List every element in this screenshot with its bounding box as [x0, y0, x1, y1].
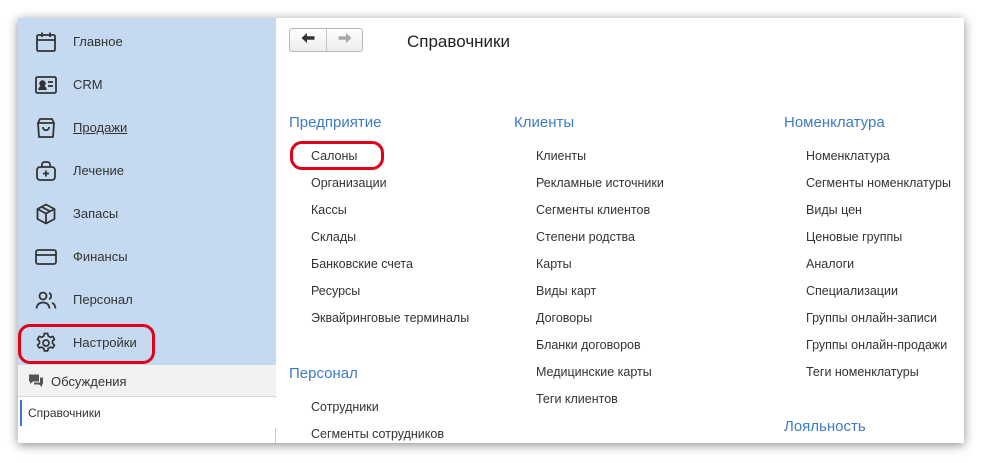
sidebar-item-label: Продажи	[73, 120, 128, 135]
link-contracts[interactable]: Договоры	[536, 311, 592, 325]
app-window: Главное CRM Продажи Лечение Запасы Финан…	[18, 18, 964, 443]
chat-bubbles-icon	[28, 373, 44, 389]
sidebar-item-label: Главное	[73, 34, 123, 49]
sidebar-item-main[interactable]: Главное	[18, 22, 276, 62]
credit-card-icon	[34, 245, 58, 269]
sidebar-item-label: CRM	[73, 77, 103, 92]
sidebar-item-crm[interactable]: CRM	[18, 65, 276, 105]
link-card-types[interactable]: Виды карт	[536, 284, 596, 298]
open-tab-label: Справочники	[28, 406, 101, 420]
link-analogs[interactable]: Аналоги	[806, 257, 854, 271]
link-specializations[interactable]: Специализации	[806, 284, 898, 298]
sidebar-item-treatment[interactable]: Лечение	[18, 151, 276, 191]
link-cards[interactable]: Карты	[536, 257, 572, 271]
sidebar-item-label: Запасы	[73, 206, 119, 221]
group-title-loyalty: Лояльность	[784, 418, 866, 435]
link-client-segments[interactable]: Сегменты клиентов	[536, 203, 650, 217]
link-acquiring-terminals[interactable]: Эквайринговые терминалы	[311, 311, 469, 325]
sidebar-nav: Главное CRM Продажи Лечение Запасы Финан…	[18, 18, 276, 365]
link-online-sales-groups[interactable]: Группы онлайн-продажи	[806, 338, 947, 352]
sidebar: Главное CRM Продажи Лечение Запасы Финан…	[18, 18, 276, 443]
link-contract-forms[interactable]: Бланки договоров	[536, 338, 641, 352]
forward-button[interactable]	[326, 29, 362, 51]
link-nomenclature[interactable]: Номенклатура	[806, 149, 890, 163]
sidebar-item-settings[interactable]: Настройки	[18, 323, 276, 363]
shopping-bag-icon	[34, 116, 58, 140]
link-medical-records[interactable]: Медицинские карты	[536, 365, 652, 379]
history-nav	[289, 28, 363, 52]
calendar-icon	[34, 30, 58, 54]
arrow-left-icon	[301, 31, 315, 49]
discussions-panel[interactable]: Обсуждения	[18, 365, 276, 397]
sidebar-item-stock[interactable]: Запасы	[18, 194, 276, 234]
sidebar-item-label: Лечение	[73, 163, 125, 178]
group-title-staff: Персонал	[289, 365, 358, 382]
sidebar-item-label: Персонал	[73, 292, 133, 307]
link-price-groups[interactable]: Ценовые группы	[806, 230, 902, 244]
link-ad-sources[interactable]: Рекламные источники	[536, 176, 664, 190]
link-salons[interactable]: Салоны	[311, 149, 357, 163]
open-tab-references[interactable]: Справочники	[18, 398, 276, 428]
sidebar-item-label: Настройки	[73, 335, 137, 350]
link-nomenclature-segments[interactable]: Сегменты номенклатуры	[806, 176, 951, 190]
link-nomenclature-tags[interactable]: Теги номенклатуры	[806, 365, 919, 379]
link-employee-segments[interactable]: Сегменты сотрудников	[311, 427, 444, 441]
link-resources[interactable]: Ресурсы	[311, 284, 360, 298]
box-icon	[34, 202, 58, 226]
main-content: Справочники Предприятие Салоны Организац…	[277, 18, 964, 443]
people-icon	[34, 288, 58, 312]
back-button[interactable]	[290, 29, 326, 51]
link-organizations[interactable]: Организации	[311, 176, 387, 190]
link-bank-accounts[interactable]: Банковские счета	[311, 257, 413, 271]
link-kinship-degrees[interactable]: Степени родства	[536, 230, 635, 244]
active-tab-marker	[20, 400, 22, 426]
sidebar-item-staff[interactable]: Персонал	[18, 280, 276, 320]
sidebar-item-sales[interactable]: Продажи	[18, 108, 276, 148]
link-warehouses[interactable]: Склады	[311, 230, 356, 244]
sidebar-item-label: Финансы	[73, 249, 128, 264]
link-clients[interactable]: Клиенты	[536, 149, 586, 163]
link-price-types[interactable]: Виды цен	[806, 203, 862, 217]
link-cash-desks[interactable]: Кассы	[311, 203, 347, 217]
group-title-enterprise: Предприятие	[289, 114, 382, 131]
link-employees[interactable]: Сотрудники	[311, 400, 379, 414]
discussions-label: Обсуждения	[51, 374, 127, 389]
group-title-nomenclature: Номенклатура	[784, 114, 885, 131]
sidebar-item-finance[interactable]: Финансы	[18, 237, 276, 277]
page-title: Справочники	[407, 32, 510, 51]
link-client-tags[interactable]: Теги клиентов	[536, 392, 618, 406]
contact-card-icon	[34, 73, 58, 97]
link-online-booking-groups[interactable]: Группы онлайн-записи	[806, 311, 937, 325]
medical-kit-icon	[34, 159, 58, 183]
group-title-clients: Клиенты	[514, 114, 575, 131]
arrow-right-icon	[338, 31, 352, 49]
gear-icon	[34, 331, 58, 355]
